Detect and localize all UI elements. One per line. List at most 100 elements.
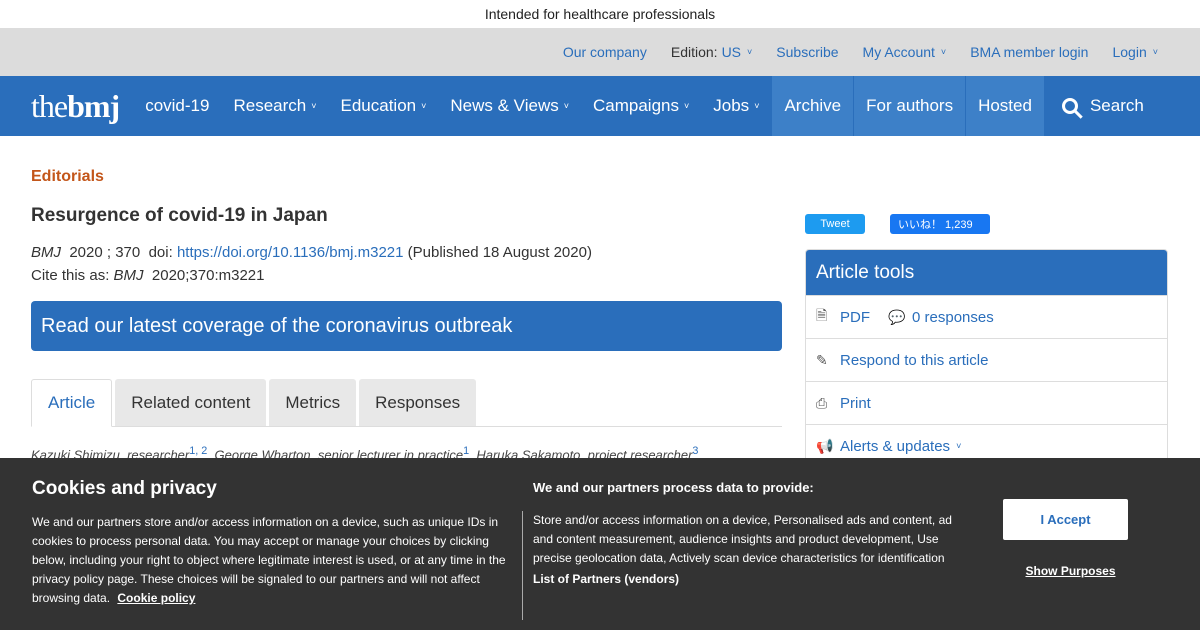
- tweet-button[interactable]: Tweet: [805, 214, 865, 234]
- bmj-logo[interactable]: the bmj: [31, 76, 120, 136]
- social-buttons: Tweet いいね！ 1,239: [805, 214, 990, 234]
- coronavirus-banner[interactable]: Read our latest coverage of the coronavi…: [31, 301, 782, 351]
- tools-row-print[interactable]: ⎙ Print: [806, 381, 1167, 424]
- nav-covid-label: covid-19: [145, 96, 210, 115]
- nav-research[interactable]: Research ˅: [221, 76, 328, 136]
- tools-row-respond[interactable]: ✎ Respond to this article: [806, 338, 1167, 381]
- author-1-affil[interactable]: 1, 2: [189, 445, 207, 457]
- cookie-title: Cookies and privacy: [32, 478, 217, 499]
- tab-article-label: Article: [48, 393, 96, 412]
- author-2-affil[interactable]: 1: [463, 445, 469, 457]
- cite-label: Cite this as:: [31, 267, 110, 284]
- logo-the: the: [31, 87, 68, 124]
- nav-campaigns[interactable]: Campaigns ˅: [581, 76, 701, 136]
- process-text: Store and/or access information on a dev…: [533, 513, 952, 565]
- cookie-divider: [522, 511, 523, 620]
- cookie-text: We and our partners store and/or access …: [32, 515, 506, 605]
- edition-label: Edition:: [670, 44, 718, 60]
- journal-name: BMJ: [31, 244, 61, 261]
- nav-archive[interactable]: Archive: [771, 76, 854, 136]
- accept-label: I Accept: [1040, 512, 1091, 527]
- hcp-notice: Intended for healthcare professionals: [484, 6, 716, 22]
- chevron-down-icon: ˅: [684, 101, 690, 111]
- chevron-down-icon: ˅: [940, 47, 947, 57]
- my-account-menu[interactable]: My Account ˅: [863, 44, 947, 60]
- tools-row-pdf: 🗎 PDF 💬 0 responses: [806, 295, 1167, 338]
- comment-icon: 💬: [888, 308, 906, 325]
- our-company-link[interactable]: Our company: [563, 44, 647, 60]
- nav-for-authors-label: For authors: [866, 96, 954, 115]
- edition-select[interactable]: Edition: US ˅: [671, 44, 752, 60]
- search-label: Search: [1089, 96, 1144, 115]
- edition-value: US: [721, 44, 742, 60]
- nav-education-label: Education: [340, 96, 417, 115]
- main-nav: the bmj covid-19 Research ˅ Education ˅ New…: [0, 76, 1200, 136]
- cite-ref: 2020;370:m3221: [151, 267, 265, 284]
- chevron-down-icon: ˅: [421, 101, 427, 111]
- logo-bmj: bmj: [67, 87, 120, 124]
- article-tools-title: Article tools: [806, 250, 1167, 295]
- responses-link[interactable]: 0 responses: [912, 309, 994, 326]
- process-title: We and our partners process data to prov…: [533, 480, 814, 495]
- nav-research-label: Research: [233, 96, 307, 115]
- hcp-notice-bar: Intended for healthcare professionals: [0, 0, 1200, 28]
- cookie-description: We and our partners store and/or access …: [32, 513, 512, 608]
- nav-archive-label: Archive: [784, 96, 842, 115]
- citation-line: BMJ 2020 ; 370 doi: https://doi.org/10.1…: [31, 241, 782, 264]
- published-date: (Published 18 August 2020): [407, 244, 592, 261]
- alerts-link: Alerts & updates: [840, 437, 951, 455]
- year-volume: 2020 ; 370: [69, 244, 141, 261]
- nav-campaigns-label: Campaigns: [593, 96, 679, 115]
- section-label[interactable]: Editorials: [31, 168, 782, 186]
- nav-jobs[interactable]: Jobs ˅: [701, 76, 771, 136]
- nav-education[interactable]: Education ˅: [329, 76, 439, 136]
- like-label: いいね！ 1,239: [898, 219, 973, 231]
- tab-related-content[interactable]: Related content: [115, 379, 267, 426]
- chevron-down-icon: ˅: [311, 101, 317, 111]
- tab-metrics[interactable]: Metrics: [269, 379, 357, 426]
- tab-related-label: Related content: [131, 392, 251, 412]
- nav-hosted[interactable]: Hosted: [965, 76, 1044, 136]
- chevron-down-icon: ˅: [956, 441, 962, 451]
- cite-line: Cite this as: BMJ 2020;370:m3221: [31, 264, 782, 287]
- article-meta: BMJ 2020 ; 370 doi: https://doi.org/10.1…: [31, 241, 782, 287]
- print-link: Print: [840, 394, 871, 412]
- nav-hosted-label: Hosted: [978, 96, 1032, 115]
- login-menu[interactable]: Login ˅: [1112, 44, 1158, 60]
- respond-link: Respond to this article: [840, 351, 989, 369]
- nav-covid[interactable]: covid-19: [133, 76, 221, 136]
- pdf-link[interactable]: PDF: [840, 309, 870, 326]
- login-label: Login: [1112, 44, 1147, 60]
- accept-button[interactable]: I Accept: [1003, 499, 1128, 540]
- tab-metrics-label: Metrics: [285, 392, 341, 412]
- utility-bar: Our company Edition: US ˅ Subscribe My A…: [0, 28, 1200, 76]
- article-title: Resurgence of covid-19 in Japan: [31, 205, 328, 226]
- vendors-link[interactable]: List of Partners (vendors): [533, 572, 679, 586]
- megaphone-icon: 📢: [816, 437, 834, 454]
- author-3-affil[interactable]: 3: [692, 445, 698, 457]
- facebook-like-button[interactable]: いいね！ 1,239: [890, 214, 990, 234]
- nav-for-authors[interactable]: For authors: [853, 76, 966, 136]
- coronavirus-banner-text: Read our latest coverage of the coronavi…: [41, 314, 513, 337]
- tab-responses-label: Responses: [375, 392, 461, 412]
- article-tools-panel: Article tools 🗎 PDF 💬 0 responses ✎ Resp…: [805, 249, 1168, 468]
- chevron-down-icon: ˅: [747, 47, 753, 57]
- chevron-down-icon: ˅: [563, 101, 569, 111]
- nav-news-views[interactable]: News & Views ˅: [438, 76, 581, 136]
- subscribe-link[interactable]: Subscribe: [776, 44, 838, 60]
- cookie-banner: Cookies and privacy We and our partners …: [0, 458, 1200, 630]
- doi-label: doi:: [148, 244, 173, 261]
- tweet-label: Tweet: [820, 218, 850, 230]
- nav-news-views-label: News & Views: [450, 96, 559, 115]
- tab-article[interactable]: Article: [31, 379, 113, 427]
- doi-link[interactable]: https://doi.org/10.1136/bmj.m3221: [177, 244, 404, 261]
- bma-login-link[interactable]: BMA member login: [970, 44, 1088, 60]
- cookie-policy-link[interactable]: Cookie policy: [117, 591, 195, 605]
- chevron-down-icon: ˅: [1152, 47, 1158, 57]
- tab-responses[interactable]: Responses: [359, 379, 477, 426]
- file-icon: 🗎: [816, 307, 828, 323]
- article-tabs: Article Related content Metrics Response…: [31, 379, 782, 427]
- search-button[interactable]: Search: [1044, 76, 1162, 136]
- show-purposes-link[interactable]: Show Purposes: [1003, 564, 1138, 578]
- print-icon: ⎙: [816, 394, 828, 411]
